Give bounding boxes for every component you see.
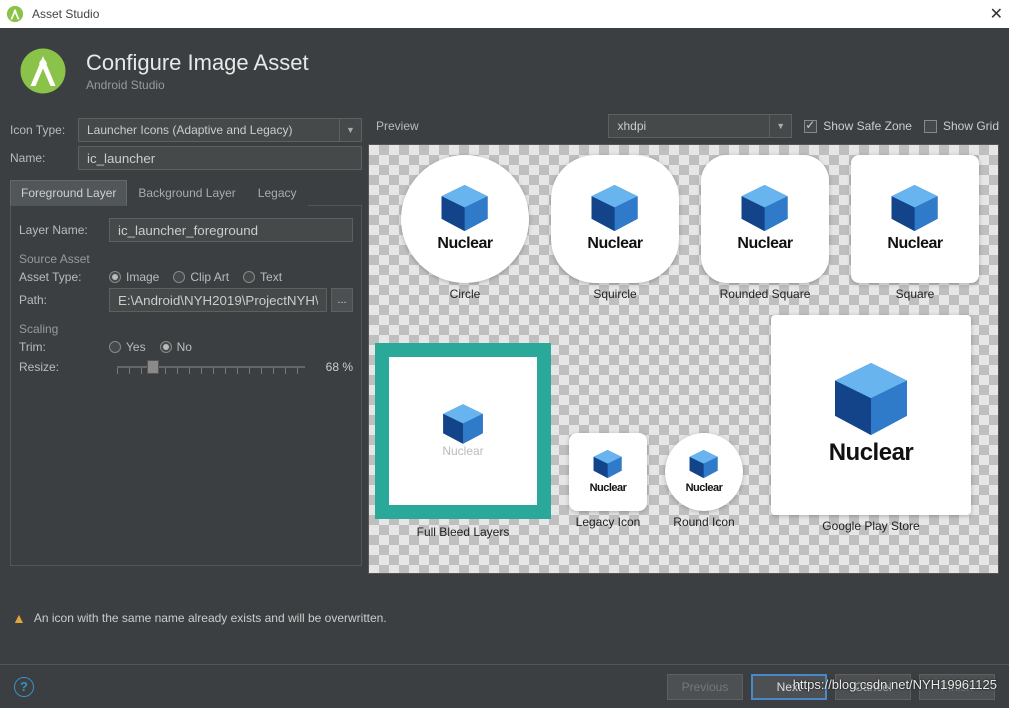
asset-type-text-radio[interactable]: Text xyxy=(243,270,282,284)
tab-foreground[interactable]: Foreground Layer xyxy=(10,180,127,206)
layer-name-input[interactable] xyxy=(109,218,353,242)
preview-rounded-square: Nuclear Rounded Square xyxy=(697,155,833,301)
warning-icon: ▲ xyxy=(12,610,26,626)
resize-value: 68 % xyxy=(313,360,353,374)
asset-type-image-radio[interactable]: Image xyxy=(109,270,159,284)
preview-circle: Nuclear Circle xyxy=(397,155,533,301)
android-studio-logo-icon xyxy=(18,46,68,96)
trim-no-radio[interactable]: No xyxy=(160,340,192,354)
name-input[interactable] xyxy=(78,146,362,170)
trim-yes-radio[interactable]: Yes xyxy=(109,340,146,354)
layer-tabs: Foreground Layer Background Layer Legacy xyxy=(10,180,362,206)
resize-label: Resize: xyxy=(19,360,109,374)
browse-button[interactable]: ... xyxy=(331,288,353,312)
help-button[interactable]: ? xyxy=(14,677,34,697)
warning-message: ▲ An icon with the same name already exi… xyxy=(0,594,1009,626)
page-title: Configure Image Asset xyxy=(86,50,309,76)
tab-legacy[interactable]: Legacy xyxy=(247,180,308,206)
slider-thumb-icon[interactable] xyxy=(147,360,159,374)
preview-canvas: Nuclear Circle Nuclear Squircle Nuclear … xyxy=(368,144,999,574)
foreground-panel: Layer Name: Source Asset Asset Type: Ima… xyxy=(10,206,362,566)
preview-full-bleed: Nuclear Full Bleed Layers xyxy=(375,343,551,539)
density-dropdown[interactable]: xhdpi ▼ xyxy=(608,114,792,138)
tab-background[interactable]: Background Layer xyxy=(127,180,246,206)
asset-type-label: Asset Type: xyxy=(19,270,109,284)
trim-label: Trim: xyxy=(19,340,109,354)
preview-squircle: Nuclear Squircle xyxy=(547,155,683,301)
wizard-header: Configure Image Asset Android Studio xyxy=(0,28,1009,114)
preview-square: Nuclear Square xyxy=(847,155,983,301)
title-bar: Asset Studio ✕ xyxy=(0,0,1009,28)
page-subtitle: Android Studio xyxy=(86,78,309,92)
safe-zone-checkbox[interactable]: Show Safe Zone xyxy=(804,119,912,133)
resize-slider[interactable] xyxy=(117,358,305,376)
chevron-down-icon: ▼ xyxy=(769,115,791,137)
android-studio-icon xyxy=(6,5,24,23)
chevron-down-icon: ▼ xyxy=(339,119,361,141)
icon-type-value: Launcher Icons (Adaptive and Legacy) xyxy=(87,123,292,137)
preview-round-icon: Nuclear Round Icon xyxy=(661,433,747,529)
preview-label: Preview xyxy=(376,119,419,133)
preview-play-store: Nuclear Google Play Store xyxy=(765,315,977,533)
name-label: Name: xyxy=(10,151,78,165)
source-asset-section: Source Asset xyxy=(19,252,353,266)
show-grid-checkbox[interactable]: Show Grid xyxy=(924,119,999,133)
layer-name-label: Layer Name: xyxy=(19,223,109,237)
scaling-section: Scaling xyxy=(19,322,353,336)
preview-legacy-icon: Nuclear Legacy Icon xyxy=(565,433,651,529)
close-icon[interactable]: ✕ xyxy=(990,4,1003,24)
asset-type-clipart-radio[interactable]: Clip Art xyxy=(173,270,229,284)
path-label: Path: xyxy=(19,293,109,307)
previous-button[interactable]: Previous xyxy=(667,674,743,700)
icon-type-dropdown[interactable]: Launcher Icons (Adaptive and Legacy) ▼ xyxy=(78,118,362,142)
watermark-text: https://blog.csdn.net/NYH19961125 xyxy=(793,677,997,692)
path-input[interactable] xyxy=(109,288,327,312)
window-title: Asset Studio xyxy=(32,7,99,21)
icon-type-label: Icon Type: xyxy=(10,123,78,137)
